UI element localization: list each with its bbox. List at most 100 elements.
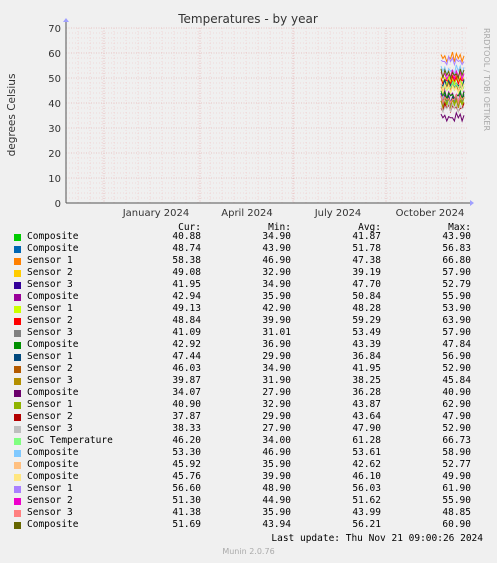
legend-row: Sensor 3 41.95 34.90 47.70 52.79 — [0, 279, 497, 291]
munin-version: Munin 2.0.76 — [222, 547, 275, 556]
legend-min-value: 31.01 — [262, 327, 291, 338]
legend-avg-value: 59.29 — [352, 315, 381, 326]
legend-series-name: Composite — [27, 339, 79, 350]
legend-series-name: Sensor 2 — [27, 411, 73, 422]
legend-row: Sensor 1 56.60 48.90 56.03 61.90 — [0, 483, 497, 495]
legend-swatch — [14, 474, 21, 481]
legend-max-value: 45.84 — [442, 375, 471, 386]
legend-avg-value: 42.62 — [352, 459, 381, 470]
legend-max-value: 47.84 — [442, 339, 471, 350]
legend-row: Composite 45.92 35.90 42.62 52.77 — [0, 459, 497, 471]
legend-series-name: Sensor 1 — [27, 351, 73, 362]
y-tick-label: 40 — [48, 99, 61, 110]
legend-series-name: Sensor 2 — [27, 495, 73, 506]
legend-swatch — [14, 294, 21, 301]
legend-cur-value: 42.92 — [172, 339, 201, 350]
legend-max-value: 58.90 — [442, 447, 471, 458]
legend-avg-value: 46.10 — [352, 471, 381, 482]
legend-min-value: 39.90 — [262, 315, 291, 326]
legend-row: Composite 45.76 39.90 46.10 49.90 — [0, 471, 497, 483]
legend-avg-value: 43.99 — [352, 507, 381, 518]
legend-series-name: Sensor 3 — [27, 327, 73, 338]
legend-min-value: 46.90 — [262, 447, 291, 458]
legend-max-value: 66.73 — [442, 435, 471, 446]
legend-swatch — [14, 270, 21, 277]
legend-min-value: 34.90 — [262, 279, 291, 290]
legend-swatch — [14, 522, 21, 529]
legend-max-value: 56.90 — [442, 351, 471, 362]
legend-swatch — [14, 342, 21, 349]
legend-cur-value: 41.09 — [172, 327, 201, 338]
legend-min-value: 34.90 — [262, 231, 291, 242]
legend-swatch — [14, 462, 21, 469]
legend-row: Composite 42.94 35.90 50.84 55.90 — [0, 291, 497, 303]
legend-row: Sensor 1 47.44 29.90 36.84 56.90 — [0, 351, 497, 363]
legend-avg-value: 48.28 — [352, 303, 381, 314]
legend-max-value: 52.90 — [442, 423, 471, 434]
legend-series-name: Sensor 1 — [27, 303, 73, 314]
legend-cur-value: 49.08 — [172, 267, 201, 278]
plot-area: 0 10 20 30 40 50 60 70 January 2024 April 2024 Jul… — [48, 18, 474, 219]
legend-min-value: 35.90 — [262, 291, 291, 302]
legend-cur-value: 41.38 — [172, 507, 201, 518]
x-tick-label: October 2024 — [396, 208, 465, 219]
legend-swatch — [14, 354, 21, 361]
legend-row: Sensor 1 40.90 32.90 43.87 62.90 — [0, 399, 497, 411]
legend-cur-value: 51.69 — [172, 519, 201, 530]
legend-min-value: 48.90 — [262, 483, 291, 494]
legend-swatch — [14, 486, 21, 493]
legend-series-name: SoC Temperature — [27, 435, 113, 446]
legend-row: Composite 51.69 43.94 56.21 60.90 — [0, 519, 497, 531]
x-tick-label: January 2024 — [122, 208, 190, 219]
legend-series-name: Sensor 3 — [27, 507, 73, 518]
legend-cur-value: 56.60 — [172, 483, 201, 494]
legend-row: Sensor 3 41.38 35.90 43.99 48.85 — [0, 507, 497, 519]
legend-max-value: 57.90 — [442, 327, 471, 338]
legend-cur-value: 34.07 — [172, 387, 201, 398]
legend-avg-value: 43.39 — [352, 339, 381, 350]
legend-row: Sensor 2 37.87 29.90 43.64 47.90 — [0, 411, 497, 423]
legend-series-name: Composite — [27, 447, 79, 458]
legend-series-name: Composite — [27, 243, 79, 254]
legend-swatch — [14, 330, 21, 337]
legend-cur-value: 53.30 — [172, 447, 201, 458]
legend-avg-value: 56.21 — [352, 519, 381, 530]
legend-swatch — [14, 246, 21, 253]
legend-min-value: 27.90 — [262, 387, 291, 398]
legend-max-value: 48.85 — [442, 507, 471, 518]
legend-row: Composite 34.07 27.90 36.28 40.90 — [0, 387, 497, 399]
legend-row: Sensor 2 49.08 32.90 39.19 57.90 — [0, 267, 497, 279]
legend-avg-value: 50.84 — [352, 291, 381, 302]
legend-cur-value: 51.30 — [172, 495, 201, 506]
legend-series-name: Composite — [27, 471, 79, 482]
legend-min-value: 36.90 — [262, 339, 291, 350]
legend-avg-value: 47.90 — [352, 423, 381, 434]
x-tick-label: April 2024 — [221, 208, 272, 219]
legend-swatch — [14, 390, 21, 397]
legend-series-name: Composite — [27, 459, 79, 470]
legend-avg-value: 51.78 — [352, 243, 381, 254]
legend-min-value: 34.00 — [262, 435, 291, 446]
legend-cur-value: 48.74 — [172, 243, 201, 254]
legend-max-value: 52.79 — [442, 279, 471, 290]
legend-series-name: Sensor 3 — [27, 279, 73, 290]
legend-max-value: 49.90 — [442, 471, 471, 482]
legend-series-name: Sensor 2 — [27, 363, 73, 374]
legend-avg-value: 38.25 — [352, 375, 381, 386]
legend-max-value: 43.90 — [442, 231, 471, 242]
legend-max-value: 52.90 — [442, 363, 471, 374]
y-tick-label: 20 — [48, 149, 61, 160]
last-update: Last update: Thu Nov 21 09:00:26 2024 — [271, 533, 483, 544]
legend-swatch — [14, 282, 21, 289]
legend-row: Sensor 3 38.33 27.90 47.90 52.90 — [0, 423, 497, 435]
legend-avg-value: 39.19 — [352, 267, 381, 278]
legend-min-value: 29.90 — [262, 411, 291, 422]
legend-min-value: 29.90 — [262, 351, 291, 362]
legend-series-name: Sensor 1 — [27, 399, 73, 410]
legend-swatch — [14, 438, 21, 445]
legend-series-name: Sensor 2 — [27, 315, 73, 326]
legend-avg-value: 47.70 — [352, 279, 381, 290]
legend-max-value: 57.90 — [442, 267, 471, 278]
y-tick-label: 30 — [48, 124, 61, 135]
legend-swatch — [14, 510, 21, 517]
